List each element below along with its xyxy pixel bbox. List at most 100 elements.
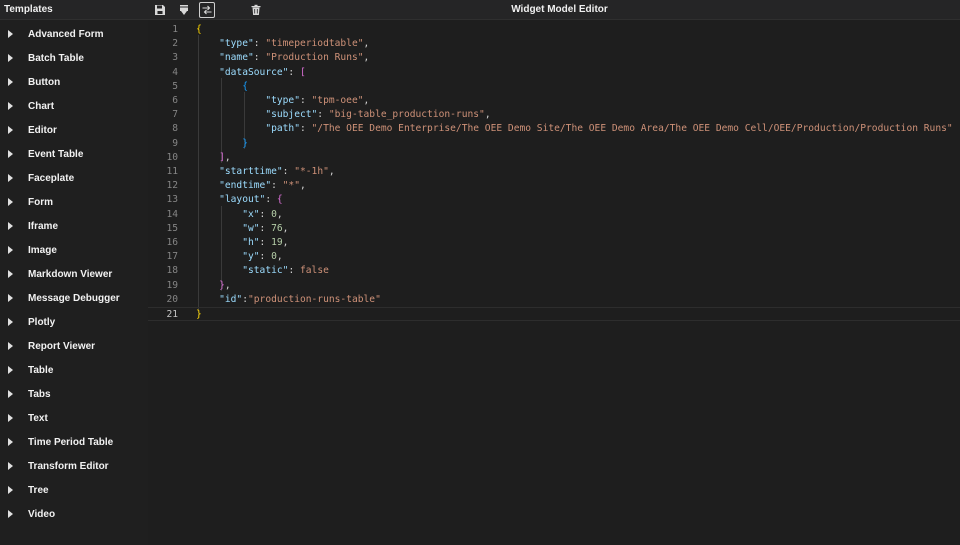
template-item-transform-editor[interactable]: Transform Editor (0, 454, 148, 478)
code-line[interactable]: 21} (148, 307, 960, 322)
code-token: , (224, 151, 231, 163)
expand-caret-icon[interactable] (8, 78, 13, 86)
template-item-faceplate[interactable]: Faceplate (0, 166, 148, 190)
line-code: "subject": "big-table_production-runs", (196, 108, 491, 122)
code-token: "type" (265, 95, 300, 106)
line-code: { (196, 80, 248, 94)
expand-caret-icon[interactable] (8, 366, 13, 374)
template-item-markdown-viewer[interactable]: Markdown Viewer (0, 262, 148, 286)
code-token: "layout" (219, 194, 266, 206)
template-item-label: Chart (28, 100, 55, 112)
expand-caret-icon[interactable] (8, 510, 13, 518)
code-line[interactable]: 14 "x": 0, (148, 208, 960, 222)
template-item-advanced-form[interactable]: Advanced Form (0, 22, 148, 46)
template-item-tabs[interactable]: Tabs (0, 382, 148, 406)
code-line[interactable]: 12 "endtime": "*", (148, 179, 960, 193)
code-token: "static" (242, 265, 289, 277)
template-item-button[interactable]: Button (0, 70, 148, 94)
template-item-label: Iframe (28, 220, 59, 232)
expand-caret-icon[interactable] (8, 342, 13, 350)
expand-caret-icon[interactable] (8, 270, 13, 278)
template-item-tree[interactable]: Tree (0, 478, 148, 502)
expand-caret-icon[interactable] (8, 438, 13, 446)
code-line[interactable]: 9 } (148, 137, 960, 151)
template-item-label: Report Viewer (28, 340, 96, 352)
code-line[interactable]: 10 ], (148, 151, 960, 165)
code-token: "endtime" (219, 180, 272, 192)
line-code: "x": 0, (196, 208, 282, 222)
code-line[interactable]: 20 "id":"production-runs-table" (148, 293, 960, 307)
code-line[interactable]: 6 "type": "tpm-oee", (148, 94, 960, 108)
expand-caret-icon[interactable] (8, 414, 13, 422)
line-code: }, (196, 279, 231, 293)
code-line[interactable]: 11 "starttime": "*-1h", (148, 165, 960, 179)
expand-caret-icon[interactable] (8, 390, 13, 398)
template-item-report-viewer[interactable]: Report Viewer (0, 334, 148, 358)
line-code: "type": "timeperiodtable", (196, 37, 369, 51)
code-token: , (282, 237, 289, 248)
line-number: 8 (172, 123, 178, 135)
line-number: 6 (172, 95, 178, 106)
code-line[interactable]: 5 { (148, 80, 960, 94)
code-line[interactable]: 2 "type": "timeperiodtable", (148, 37, 960, 51)
template-item-editor[interactable]: Editor (0, 118, 148, 142)
expand-caret-icon[interactable] (8, 54, 13, 62)
expand-caret-icon[interactable] (8, 318, 13, 326)
line-code: ], (196, 151, 231, 165)
code-line[interactable]: 15 "w": 76, (148, 222, 960, 236)
code-line[interactable]: 8 "path": "/The OEE Demo Enterprise/The … (148, 122, 960, 136)
expand-caret-icon[interactable] (8, 462, 13, 470)
code-line[interactable]: 4 "dataSource": [ (148, 66, 960, 80)
template-item-text[interactable]: Text (0, 406, 148, 430)
line-number: 4 (172, 66, 178, 78)
template-item-iframe[interactable]: Iframe (0, 214, 148, 238)
template-item-label: Button (28, 76, 61, 88)
code-token: } (196, 309, 202, 320)
template-item-video[interactable]: Video (0, 502, 148, 526)
template-item-event-table[interactable]: Event Table (0, 142, 148, 166)
expand-caret-icon[interactable] (8, 222, 13, 230)
code-token: "subject" (265, 109, 318, 121)
template-item-label: Image (28, 244, 57, 256)
expand-caret-icon[interactable] (8, 198, 13, 206)
template-item-label: Tabs (28, 388, 51, 400)
expand-caret-icon[interactable] (8, 294, 13, 302)
line-code: "path": "/The OEE Demo Enterprise/The OE… (196, 122, 952, 136)
expand-caret-icon[interactable] (8, 486, 13, 494)
expand-caret-icon[interactable] (8, 174, 13, 182)
template-item-chart[interactable]: Chart (0, 94, 148, 118)
line-code: } (196, 137, 248, 151)
code-token: , (484, 109, 491, 121)
line-number: 5 (172, 80, 178, 92)
expand-caret-icon[interactable] (8, 30, 13, 38)
line-number: 1 (172, 24, 178, 35)
code-line[interactable]: 7 "subject": "big-table_production-runs"… (148, 108, 960, 122)
template-item-table[interactable]: Table (0, 358, 148, 382)
template-item-batch-table[interactable]: Batch Table (0, 46, 148, 70)
code-line[interactable]: 17 "y": 0, (148, 250, 960, 264)
json-code-editor[interactable]: 1{2 "type": "timeperiodtable", 3 "name": … (148, 20, 960, 545)
template-item-form[interactable]: Form (0, 190, 148, 214)
line-code: { (196, 23, 202, 37)
code-line[interactable]: 13 "layout": { (148, 193, 960, 207)
expand-caret-icon[interactable] (8, 150, 13, 158)
code-line[interactable]: 19 }, (148, 279, 960, 293)
expand-caret-icon[interactable] (8, 102, 13, 110)
template-item-plotly[interactable]: Plotly (0, 310, 148, 334)
code-line[interactable]: 18 "static": false (148, 264, 960, 278)
expand-caret-icon[interactable] (8, 126, 13, 134)
template-item-time-period-table[interactable]: Time Period Table (0, 430, 148, 454)
expand-caret-icon[interactable] (8, 246, 13, 254)
template-item-message-debugger[interactable]: Message Debugger (0, 286, 148, 310)
code-line[interactable]: 1{ (148, 23, 960, 37)
template-item-image[interactable]: Image (0, 238, 148, 262)
code-line[interactable]: 3 "name": "Production Runs", (148, 51, 960, 65)
line-number: 3 (172, 52, 178, 64)
line-number: 16 (166, 237, 178, 248)
code-token: "big-table_production-runs" (328, 109, 485, 121)
code-line[interactable]: 16 "h": 19, (148, 236, 960, 250)
top-bar: Templates Widget Model Editor (0, 0, 960, 20)
